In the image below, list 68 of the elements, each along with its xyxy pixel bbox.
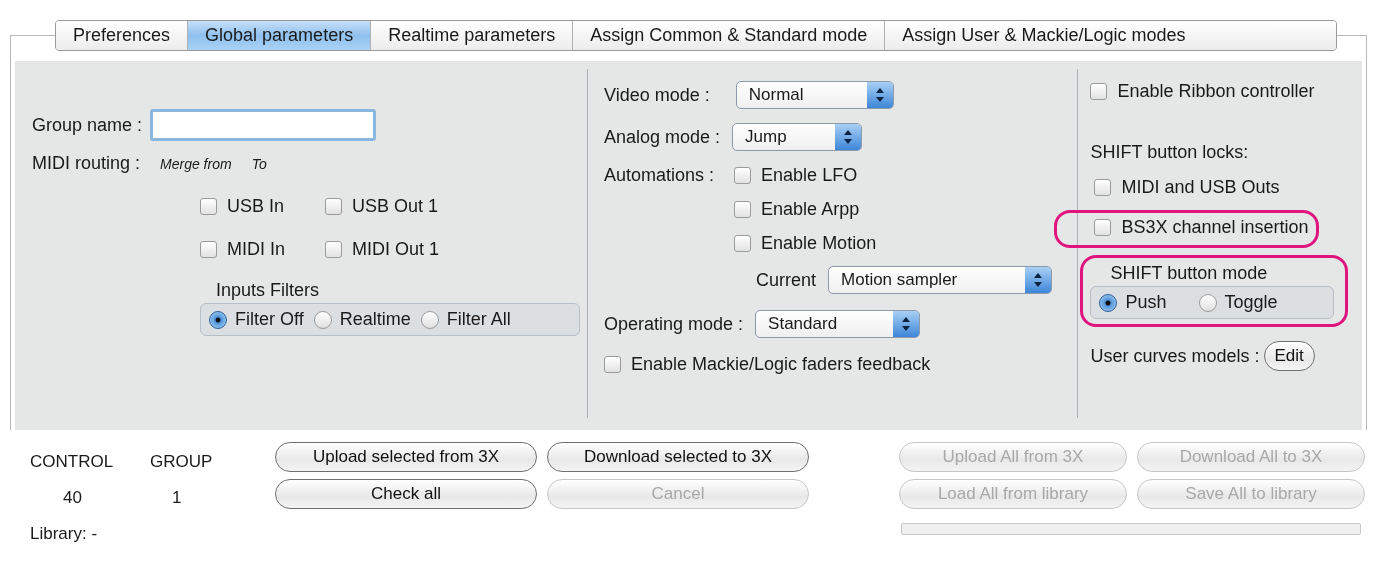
radio-label: Realtime <box>339 309 411 330</box>
checkbox[interactable] <box>200 241 217 258</box>
select-field[interactable]: Standard <box>755 310 921 338</box>
radio-button[interactable] <box>209 310 227 329</box>
checkbox[interactable] <box>604 356 621 373</box>
checkbox[interactable] <box>1094 179 1112 196</box>
checkbox[interactable] <box>1090 83 1108 100</box>
checkbox[interactable] <box>734 167 752 184</box>
value-text: 40 <box>62 488 82 508</box>
select-field[interactable]: Normal <box>735 81 894 109</box>
library-status: Library: - <box>30 524 98 544</box>
radio-button[interactable] <box>1198 293 1217 312</box>
tab[interactable]: Assign Common & Standard mode <box>573 21 886 50</box>
field-label: User curves models : <box>1090 345 1260 367</box>
radio-button[interactable] <box>1099 293 1118 312</box>
checkbox-label: MIDI and USB Outs <box>1121 177 1280 198</box>
field-label: Current <box>756 269 817 291</box>
field-label: Operating mode : <box>604 313 744 335</box>
tab[interactable]: Realtime parameters <box>371 21 574 50</box>
radio-label: Filter Off <box>235 309 304 330</box>
radio-label: Filter All <box>446 309 511 330</box>
action-button[interactable]: Download selected to 3X <box>547 442 809 472</box>
tab[interactable]: Assign User & Mackie/Logic modes <box>885 21 1336 50</box>
updown-arrows-icon <box>866 82 893 108</box>
action-button[interactable]: Upload selected from 3X <box>275 442 537 472</box>
checkbox-label: Enable Mackie/Logic faders feedback <box>631 354 931 375</box>
select-field[interactable]: Motion sampler <box>828 266 1053 294</box>
checkbox[interactable] <box>734 235 752 252</box>
checkbox-label: MIDI Out 1 <box>352 239 440 260</box>
tab[interactable]: Global parameters <box>188 21 372 50</box>
field-label: Analog mode : <box>604 126 721 148</box>
checkbox-label: Enable Arpp <box>761 199 860 220</box>
field-label: Automations : <box>604 165 715 186</box>
column-heading: Merge from <box>160 155 232 172</box>
group-title: Inputs Filters <box>216 280 320 300</box>
group-title: SHIFT button mode <box>1110 263 1268 283</box>
column-heading: To <box>251 155 267 172</box>
radio-button[interactable] <box>420 310 439 329</box>
field-label: Video mode : <box>604 84 710 106</box>
updown-arrows-icon <box>835 124 862 150</box>
column-heading: CONTROL <box>30 452 114 472</box>
radio-button[interactable] <box>313 310 332 329</box>
checkbox[interactable] <box>734 201 752 218</box>
section-title: SHIFT button locks: <box>1090 142 1249 162</box>
action-button[interactable]: Check all <box>275 479 537 509</box>
field-label: MIDI routing : <box>32 153 141 174</box>
checkbox-label: USB In <box>227 196 285 217</box>
updown-arrows-icon <box>893 311 920 337</box>
checkbox-label: Enable Ribbon controller <box>1117 81 1315 102</box>
field-label: Group name : <box>32 114 143 136</box>
group-name-field[interactable] <box>150 109 377 141</box>
radio-label: Toggle <box>1224 292 1278 313</box>
checkbox-label: USB Out 1 <box>352 196 439 217</box>
checkbox[interactable] <box>325 198 342 215</box>
checkbox[interactable] <box>200 198 217 215</box>
checkbox-label: MIDI In <box>227 239 285 260</box>
checkbox[interactable] <box>325 241 342 258</box>
checkbox-label: Enable LFO <box>761 165 858 186</box>
radio-label: Push <box>1125 292 1167 313</box>
checkbox-label: Enable Motion <box>761 233 877 254</box>
select-field[interactable]: Jump <box>732 123 863 151</box>
edit-button[interactable]: Edit <box>1263 341 1315 371</box>
tab[interactable]: Preferences <box>56 21 189 50</box>
value-text: 1 <box>171 488 182 508</box>
updown-arrows-icon <box>1025 267 1052 293</box>
checkbox[interactable] <box>1094 219 1112 236</box>
checkbox-label: BS3X channel insertion <box>1121 217 1309 238</box>
column-heading: GROUP <box>150 452 213 472</box>
